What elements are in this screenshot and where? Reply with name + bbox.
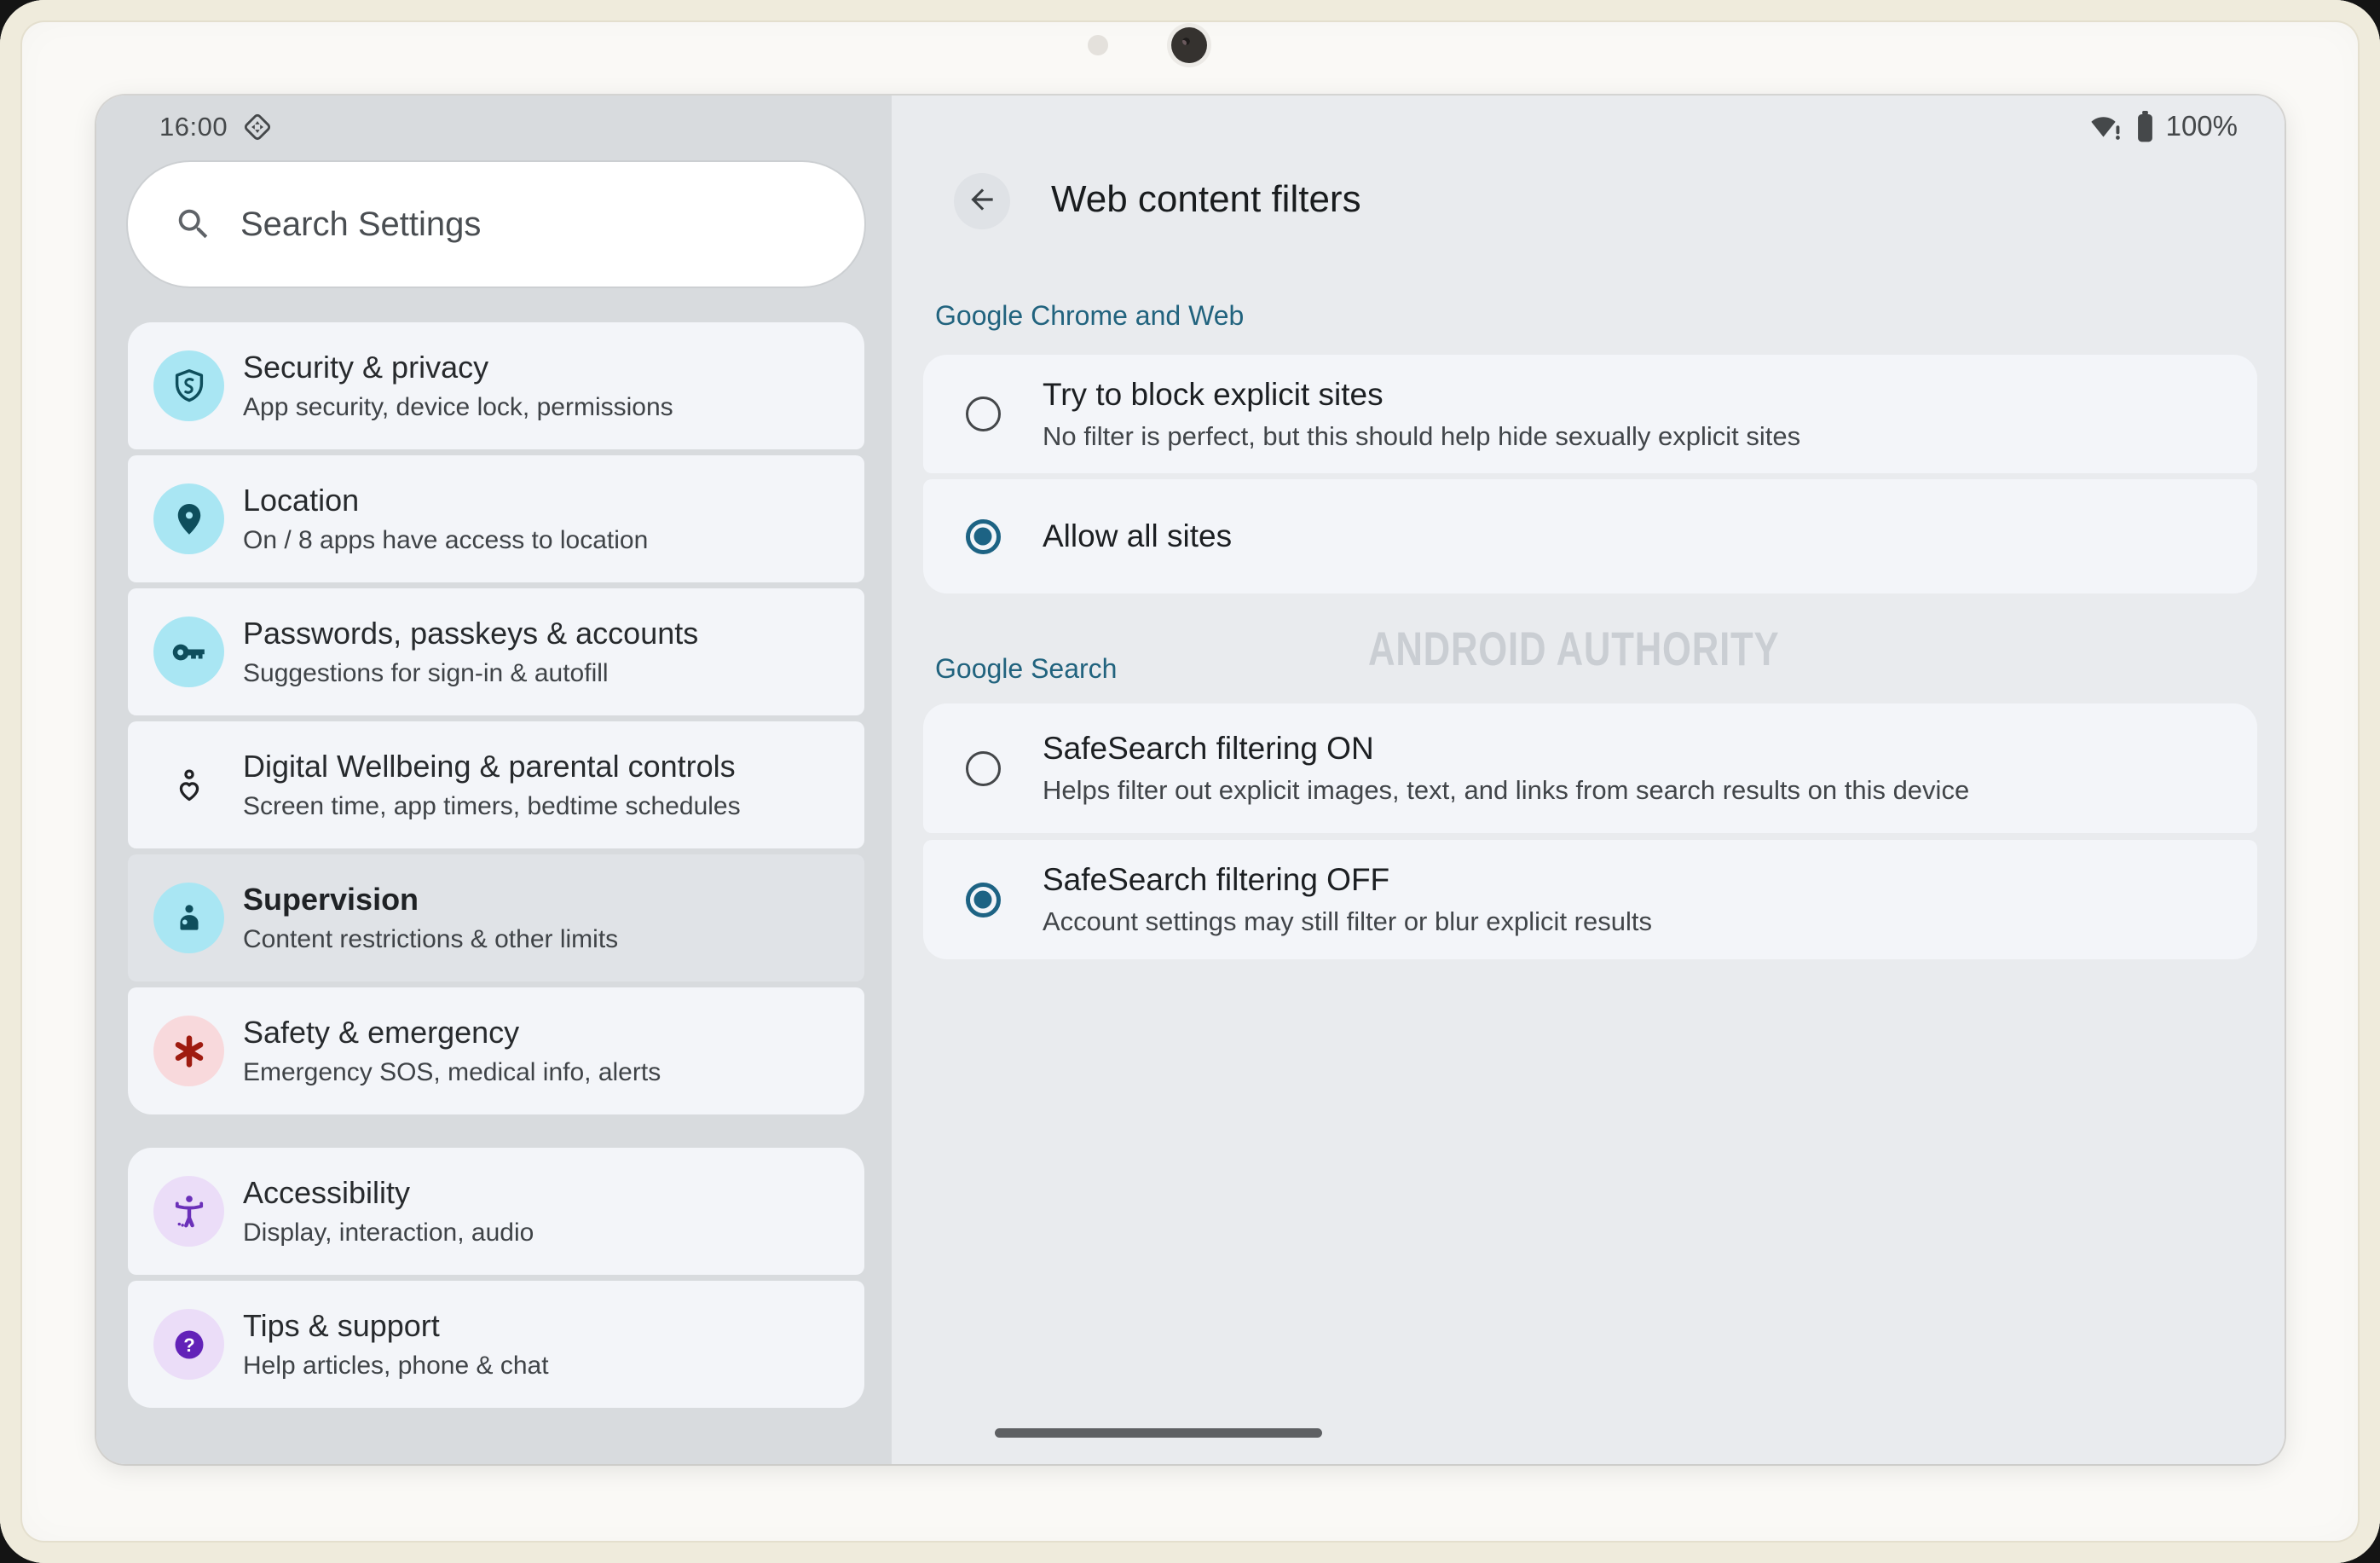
chrome-web-options: Try to block explicit sites No filter is… <box>923 355 2257 593</box>
sidebar-item-sublabel: Suggestions for sign-in & autofill <box>243 659 698 688</box>
sidebar-item-sublabel: Screen time, app timers, bedtime schedul… <box>243 792 741 821</box>
status-bar-right: 100% <box>2088 109 2238 143</box>
supervision-person-icon <box>153 883 224 953</box>
sidebar-item-label: Digital Wellbeing & parental controls <box>243 749 741 784</box>
back-button[interactable] <box>954 173 1010 229</box>
sidebar-item-accessibility[interactable]: Accessibility Display, interaction, audi… <box>128 1148 864 1275</box>
sidebar-item-label: Security & privacy <box>243 350 673 385</box>
option-allow-all-sites[interactable]: Allow all sites <box>923 479 2257 593</box>
svg-text:?: ? <box>183 1334 194 1355</box>
sidebar-item-location[interactable]: Location On / 8 apps have access to loca… <box>128 455 864 582</box>
search-icon <box>174 205 213 244</box>
wellbeing-heart-icon <box>153 750 224 820</box>
sidebar-item-security-privacy[interactable]: Security & privacy App security, device … <box>128 322 864 449</box>
sidebar-item-label: Safety & emergency <box>243 1015 661 1051</box>
emergency-asterisk-icon <box>153 1016 224 1086</box>
camera-lens <box>1182 38 1190 45</box>
page-title: Web content filters <box>1051 178 1361 221</box>
radio-try-block-explicit[interactable] <box>966 397 1001 431</box>
option-safesearch-on[interactable]: SafeSearch filtering ON Helps filter out… <box>923 703 2257 833</box>
sidebar-item-sublabel: On / 8 apps have access to location <box>243 526 648 555</box>
back-arrow-icon <box>966 183 998 220</box>
option-subtitle: Account settings may still filter or blu… <box>1043 906 1652 937</box>
search-bar[interactable] <box>128 162 864 287</box>
sidebar-item-label: Accessibility <box>243 1175 534 1211</box>
location-pin-icon <box>153 483 224 554</box>
sidebar-item-passwords[interactable]: Passwords, passkeys & accounts Suggestio… <box>128 588 864 715</box>
battery-percent-text: 100% <box>2166 110 2238 142</box>
light-sensor-dot <box>1088 35 1108 55</box>
battery-icon <box>2136 111 2154 142</box>
option-subtitle: Helps filter out explicit images, text, … <box>1043 775 1969 806</box>
wifi-alert-icon <box>2088 111 2124 142</box>
sidebar-item-label: Location <box>243 483 648 518</box>
cast-diamond-icon <box>241 111 274 143</box>
option-title: SafeSearch filtering OFF <box>1043 862 1652 898</box>
radio-allow-all-sites[interactable] <box>966 519 1001 554</box>
settings-sidebar: 16:00 <box>96 96 892 1464</box>
sidebar-item-sublabel: Display, interaction, audio <box>243 1219 534 1248</box>
search-input[interactable] <box>240 206 724 244</box>
sidebar-item-sublabel: Help articles, phone & chat <box>243 1352 549 1381</box>
option-title: SafeSearch filtering ON <box>1043 731 1969 767</box>
sidebar-nav: Security & privacy App security, device … <box>128 322 864 1408</box>
tablet-bezel: 16:00 <box>0 0 2380 1563</box>
sidebar-item-digital-wellbeing[interactable]: Digital Wellbeing & parental controls Sc… <box>128 721 864 848</box>
option-subtitle: No filter is perfect, but this should he… <box>1043 421 1800 452</box>
radio-safesearch-off[interactable] <box>966 883 1001 918</box>
front-camera <box>1171 27 1207 63</box>
status-bar-left: 16:00 <box>159 111 274 143</box>
clock-text: 16:00 <box>159 112 228 142</box>
key-icon <box>153 617 224 687</box>
option-title: Try to block explicit sites <box>1043 377 1800 413</box>
sidebar-item-label: Supervision <box>243 882 618 918</box>
sidebar-item-sublabel: Content restrictions & other limits <box>243 925 618 954</box>
google-search-options: SafeSearch filtering ON Helps filter out… <box>923 703 2257 959</box>
sidebar-item-safety-emergency[interactable]: Safety & emergency Emergency SOS, medica… <box>128 987 864 1114</box>
sidebar-item-tips-support[interactable]: ? Tips & support Help articles, phone & … <box>128 1281 864 1408</box>
radio-safesearch-on[interactable] <box>966 751 1001 786</box>
accessibility-person-icon <box>153 1176 224 1247</box>
shield-icon <box>153 350 224 421</box>
sidebar-item-label: Tips & support <box>243 1308 549 1344</box>
section-label-chrome-web: Google Chrome and Web <box>935 300 1244 332</box>
question-mark-icon: ? <box>153 1309 224 1380</box>
sidebar-item-sublabel: App security, device lock, permissions <box>243 393 673 422</box>
web-content-filters-pane: 100% Web content filters Google Chrome a… <box>892 96 2285 1464</box>
watermark-text: ANDROID AUTHORITY <box>1368 621 1779 676</box>
option-title: Allow all sites <box>1043 518 1232 554</box>
sidebar-item-sublabel: Emergency SOS, medical info, alerts <box>243 1058 661 1087</box>
sidebar-item-label: Passwords, passkeys & accounts <box>243 616 698 651</box>
option-safesearch-off[interactable]: SafeSearch filtering OFF Account setting… <box>923 840 2257 959</box>
settings-app-screen: 16:00 <box>96 96 2285 1464</box>
gesture-navigation-handle[interactable] <box>995 1428 1322 1438</box>
sidebar-item-supervision[interactable]: Supervision Content restrictions & other… <box>128 854 864 981</box>
section-label-google-search: Google Search <box>935 653 1117 685</box>
option-try-block-explicit[interactable]: Try to block explicit sites No filter is… <box>923 355 2257 473</box>
